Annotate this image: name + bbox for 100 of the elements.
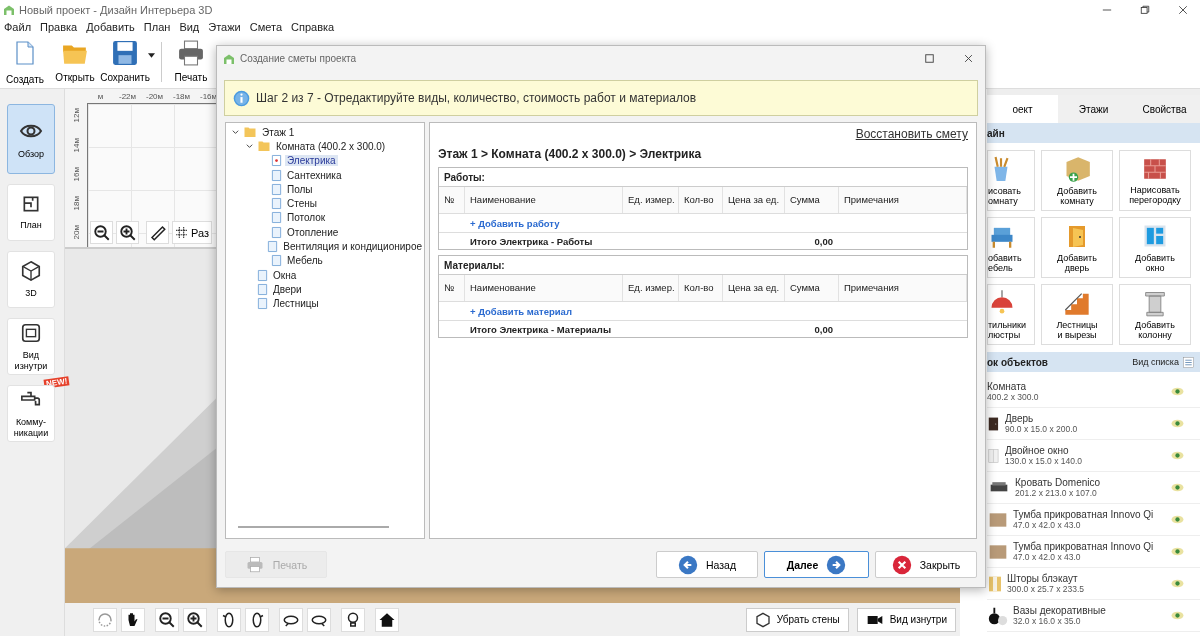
- column-header: Примечания: [839, 187, 967, 213]
- app-logo-icon: [223, 52, 235, 65]
- pan-button[interactable]: [121, 607, 145, 632]
- tool-tile[interactable]: Добавить окно: [1119, 217, 1191, 278]
- view-button[interactable]: Убрать стены: [745, 607, 849, 632]
- view-button[interactable]: Вид изнутри: [856, 607, 956, 632]
- tree-item[interactable]: Окна: [271, 269, 299, 281]
- dialog-button[interactable]: Далее: [764, 551, 869, 578]
- menu-item[interactable]: План: [143, 21, 171, 33]
- eye-icon[interactable]: [1171, 419, 1184, 428]
- tool-tile[interactable]: Лестницы и вырезы: [1041, 284, 1113, 345]
- tree-item[interactable]: Двери: [271, 283, 304, 295]
- eye-icon[interactable]: [1171, 483, 1184, 492]
- sidebar-button[interactable]: План: [7, 184, 55, 241]
- object-name[interactable]: Шторы блэкаут: [1007, 573, 1167, 584]
- column-header: Кол-во: [679, 275, 723, 301]
- light-button[interactable]: [341, 607, 365, 632]
- tree-item[interactable]: Лестницы: [271, 298, 321, 310]
- object-name[interactable]: Кровать Domenico: [1015, 477, 1167, 488]
- rotate-right-button[interactable]: [245, 607, 269, 632]
- total-value: 0,00: [813, 323, 834, 335]
- panel-tab[interactable]: оект: [987, 95, 1058, 123]
- object-name[interactable]: Тумба прикроватная Innovo Qi: [1013, 509, 1167, 520]
- tree-item[interactable]: Сантехника: [285, 169, 344, 181]
- sidebar-button[interactable]: Обзор: [7, 104, 55, 174]
- object-name[interactable]: Комната: [987, 381, 1167, 392]
- ruler-button[interactable]: [146, 221, 169, 244]
- tree-item[interactable]: Электрика: [285, 155, 338, 167]
- home-button[interactable]: [375, 607, 399, 632]
- ruler-label: -16м: [198, 91, 219, 101]
- orbit-left-button[interactable]: [279, 607, 303, 632]
- toolbar-button[interactable]: Сохранить: [102, 40, 148, 83]
- caret-icon[interactable]: [148, 53, 155, 58]
- tool-tile[interactable]: исовать омнату: [987, 150, 1035, 211]
- menu-item[interactable]: Файл: [4, 21, 32, 33]
- column-header: Сумма: [785, 187, 839, 213]
- tool-tile[interactable]: Нарисовать перегородку: [1119, 150, 1191, 211]
- rotate-left-button[interactable]: [217, 607, 241, 632]
- add-link[interactable]: + Добавить материал: [465, 305, 623, 317]
- document-icon: [267, 240, 279, 253]
- collapse-chevron-icon[interactable]: [245, 141, 254, 151]
- grid-button[interactable]: Раз: [172, 221, 212, 244]
- dialog-button[interactable]: Закрыть: [875, 551, 977, 578]
- collapse-chevron-icon[interactable]: [231, 127, 240, 137]
- folder-icon: [243, 126, 257, 139]
- sidebar-button[interactable]: Вид изнутри: [7, 318, 55, 375]
- restore-link[interactable]: Восстановить смету: [855, 127, 968, 141]
- zoom-in-button[interactable]: [116, 221, 139, 244]
- eye-icon[interactable]: [1171, 387, 1184, 396]
- zoom-out-button[interactable]: [155, 607, 179, 632]
- object-size: 130.0 x 15.0 x 140.0: [1005, 456, 1084, 466]
- object-size: 201.2 x 213.0 x 107.0: [1015, 488, 1098, 498]
- tree-item[interactable]: Потолок: [285, 212, 328, 224]
- eye-icon[interactable]: [1171, 579, 1184, 588]
- menu-item[interactable]: Справка: [291, 21, 335, 33]
- document-icon: [271, 182, 282, 196]
- view-mode-label[interactable]: Вид списка: [1132, 357, 1179, 367]
- tree-item[interactable]: Полы: [285, 183, 315, 195]
- section-header: айн: [987, 127, 1005, 139]
- column-header: Примечания: [839, 275, 967, 301]
- toolbar-button[interactable]: Открыть: [52, 40, 98, 83]
- add-link[interactable]: + Добавить работу: [465, 217, 623, 229]
- printer-icon: [177, 40, 205, 66]
- eye-icon[interactable]: [1171, 611, 1184, 620]
- tree-item[interactable]: Комната (400.2 x 300.0): [274, 140, 388, 152]
- object-name[interactable]: Дверь: [1005, 413, 1167, 424]
- sidebar-button[interactable]: 3D: [7, 251, 55, 308]
- toolbar-button[interactable]: Печать: [168, 40, 214, 83]
- tree-item[interactable]: Мебель: [285, 255, 325, 267]
- tree-item[interactable]: Этаж 1: [260, 126, 297, 138]
- object-size: 32.0 x 16.0 x 35.0: [1013, 616, 1082, 626]
- tree-item[interactable]: Стены: [285, 198, 319, 210]
- orbit-right-button[interactable]: [307, 607, 331, 632]
- menu-item[interactable]: Этажи: [208, 21, 241, 33]
- tree-item[interactable]: Вентиляция и кондиционирое: [281, 241, 424, 252]
- menu-item[interactable]: Правка: [40, 21, 78, 33]
- tool-tile[interactable]: обавить ебель: [987, 217, 1035, 278]
- object-name[interactable]: Вазы декоративные: [1013, 605, 1167, 616]
- menu-item[interactable]: Добавить: [86, 21, 135, 33]
- object-name[interactable]: Двойное окно: [1005, 445, 1167, 456]
- object-name[interactable]: Тумба прикроватная Innovo Qi: [1013, 541, 1167, 552]
- document-icon: [271, 197, 282, 211]
- tree-item[interactable]: Отопление: [285, 226, 341, 238]
- breadcrumb: Этаж 1 > Комната (400.2 x 300.0) > Электрика: [438, 147, 703, 161]
- menu-item[interactable]: Вид: [179, 21, 200, 33]
- zoom-out-button[interactable]: [90, 221, 113, 244]
- eye-icon[interactable]: [1171, 451, 1184, 460]
- dialog-button[interactable]: Назад: [656, 551, 758, 578]
- tool-tile[interactable]: тильники люстры: [987, 284, 1035, 345]
- tool-tile[interactable]: Добавить колонну: [1119, 284, 1191, 345]
- tool-tile[interactable]: Добавить дверь: [1041, 217, 1113, 278]
- zoom-in-button[interactable]: [183, 607, 207, 632]
- eye-icon[interactable]: [1171, 515, 1184, 524]
- tool-tile[interactable]: Добавить комнату: [1041, 150, 1113, 211]
- eye-icon[interactable]: [1171, 547, 1184, 556]
- menu-item[interactable]: Смета: [249, 21, 283, 33]
- list-view-icon: [1183, 356, 1194, 368]
- sidebar-button[interactable]: Комму- никации: [7, 385, 55, 442]
- document-icon: [271, 168, 282, 182]
- toolbar-button[interactable]: Создать: [2, 38, 48, 85]
